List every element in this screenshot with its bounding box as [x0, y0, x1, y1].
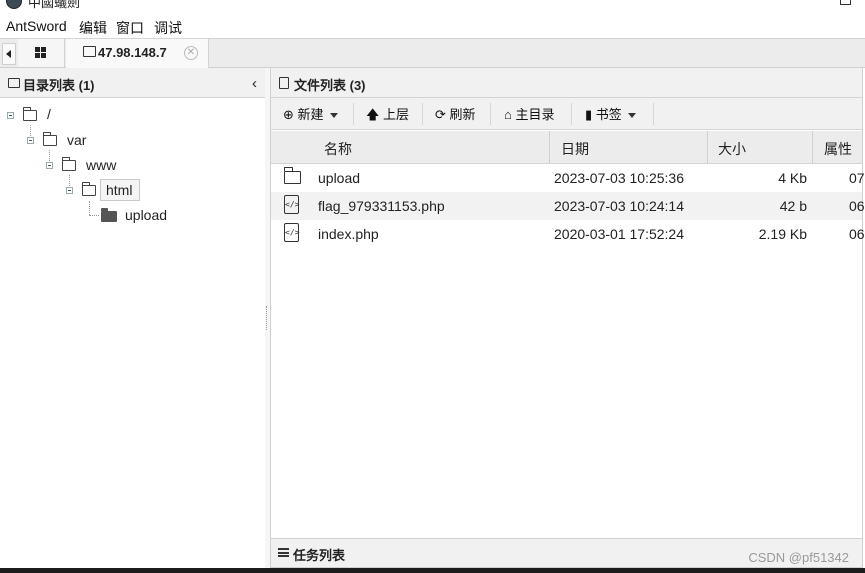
code-file-icon: </>	[284, 195, 299, 214]
up-button-label: 上层	[383, 107, 410, 122]
tree-node-root[interactable]: /	[0, 105, 80, 125]
refresh-button[interactable]: ⟳ 刷新	[435, 104, 476, 124]
arrow-up-icon: 🡅	[366, 107, 380, 122]
app-logo-icon	[6, 0, 22, 9]
collapse-toggle-icon[interactable]	[46, 162, 53, 169]
folder-icon	[83, 46, 96, 57]
file-panel-title: 文件列表 (3)	[294, 78, 366, 93]
close-icon[interactable]: ✕	[184, 46, 198, 60]
file-name: index.php	[318, 226, 379, 242]
home-button[interactable]: ⌂ 主目录	[504, 104, 555, 124]
directory-panel-header: 目录列表 (1) ‹	[0, 68, 265, 98]
tab-scroll-left-icon[interactable]	[2, 43, 16, 65]
folder-icon	[101, 208, 117, 222]
folder-icon	[62, 157, 76, 171]
file-row[interactable]: </> flag_979331153.php 2023-07-03 10:24:…	[271, 192, 865, 220]
file-panel: 文件列表 (3) ⊕ 新建 🡅 上层 ⟳ 刷新 ⌂ 主目录 ▮ 书签 名称 日期…	[270, 68, 865, 538]
file-attr: 07	[849, 170, 865, 186]
tree-node-www[interactable]: www	[0, 155, 130, 175]
directory-panel-title: 目录列表 (1)	[23, 78, 95, 93]
collapse-toggle-icon[interactable]	[7, 112, 14, 119]
refresh-button-label: 刷新	[449, 107, 476, 122]
tree-label-root: /	[47, 106, 51, 122]
new-button-label: 新建	[297, 107, 324, 122]
file-grid-header: 名称 日期 大小 属性	[271, 131, 862, 164]
folder-icon	[23, 107, 37, 121]
home-button-label: 主目录	[515, 107, 555, 122]
column-header-name[interactable]: 名称	[324, 139, 352, 159]
tree-label-upload: upload	[125, 207, 168, 223]
tree-node-html[interactable]: html	[0, 179, 150, 201]
watermark: CSDN @pf51342	[748, 550, 849, 565]
file-size: 4 Kb	[778, 170, 807, 186]
column-header-size[interactable]: 大小	[718, 139, 746, 159]
collapse-icon[interactable]: ‹	[252, 75, 257, 92]
bookmark-button[interactable]: ▮ 书签	[585, 104, 636, 124]
tree-label-var: var	[67, 132, 87, 148]
file-icon	[279, 77, 289, 89]
file-panel-header: 文件列表 (3)	[271, 68, 862, 98]
tab-host[interactable]: 47.98.148.7 ✕	[66, 39, 209, 68]
home-icon: ⌂	[504, 107, 512, 122]
code-file-icon: </>	[284, 223, 299, 242]
file-date: 2020-03-01 17:52:24	[554, 226, 684, 242]
bottom-strip	[0, 568, 865, 573]
file-name: flag_979331153.php	[318, 198, 445, 214]
bookmark-icon: ▮	[585, 107, 593, 122]
collapse-toggle-icon[interactable]	[27, 137, 34, 144]
maximize-icon[interactable]	[840, 0, 851, 5]
tree-node-upload[interactable]: upload	[0, 206, 180, 226]
tree-label-html: html	[106, 182, 133, 198]
menu-edit[interactable]: 编辑	[79, 18, 107, 38]
file-row[interactable]: upload 2023-07-03 10:25:36 4 Kb 07	[271, 164, 865, 192]
file-size: 42 b	[779, 198, 807, 214]
file-row[interactable]: </> index.php 2020-03-01 17:52:24 2.19 K…	[271, 220, 865, 248]
plus-circle-icon: ⊕	[283, 107, 294, 122]
tab-host-label: 47.98.148.7	[98, 45, 167, 60]
folder-icon	[43, 132, 57, 146]
file-attr: 06	[849, 226, 865, 242]
column-header-date[interactable]: 日期	[561, 139, 589, 159]
file-date: 2023-07-03 10:25:36	[554, 170, 684, 186]
new-button[interactable]: ⊕ 新建	[283, 104, 338, 124]
tree-label-www: www	[86, 157, 117, 173]
menu-debug[interactable]: 调试	[154, 18, 182, 38]
refresh-icon: ⟳	[435, 107, 446, 122]
list-icon	[278, 548, 289, 557]
bookmark-button-label: 书签	[595, 107, 622, 122]
menu-antsword[interactable]: AntSword	[6, 18, 67, 34]
title-bar: 中國蟻劍	[0, 0, 865, 15]
collapse-toggle-icon[interactable]	[66, 187, 73, 194]
folder-icon	[8, 78, 20, 88]
file-attr: 06	[849, 198, 865, 214]
menu-window[interactable]: 窗口	[116, 18, 144, 38]
menu-bar: AntSword 编辑 窗口 调试	[0, 15, 865, 38]
tree-node-var[interactable]: var	[0, 130, 100, 150]
folder-icon	[82, 182, 96, 196]
file-date: 2023-07-03 10:24:14	[554, 198, 684, 214]
file-name: upload	[318, 170, 361, 186]
tab-home[interactable]	[18, 39, 65, 67]
column-header-attr[interactable]: 属性	[824, 139, 852, 159]
file-size: 2.19 Kb	[758, 226, 807, 242]
directory-panel: 目录列表 (1) ‹ / var www html upload	[0, 68, 266, 568]
folder-icon	[284, 167, 301, 184]
file-toolbar: ⊕ 新建 🡅 上层 ⟳ 刷新 ⌂ 主目录 ▮ 书签	[271, 98, 862, 130]
up-button[interactable]: 🡅 上层	[366, 104, 409, 124]
task-panel-title: 任务列表	[293, 548, 346, 563]
window-title: 中國蟻劍	[28, 0, 81, 10]
tab-bar: 47.98.148.7 ✕	[0, 38, 865, 68]
